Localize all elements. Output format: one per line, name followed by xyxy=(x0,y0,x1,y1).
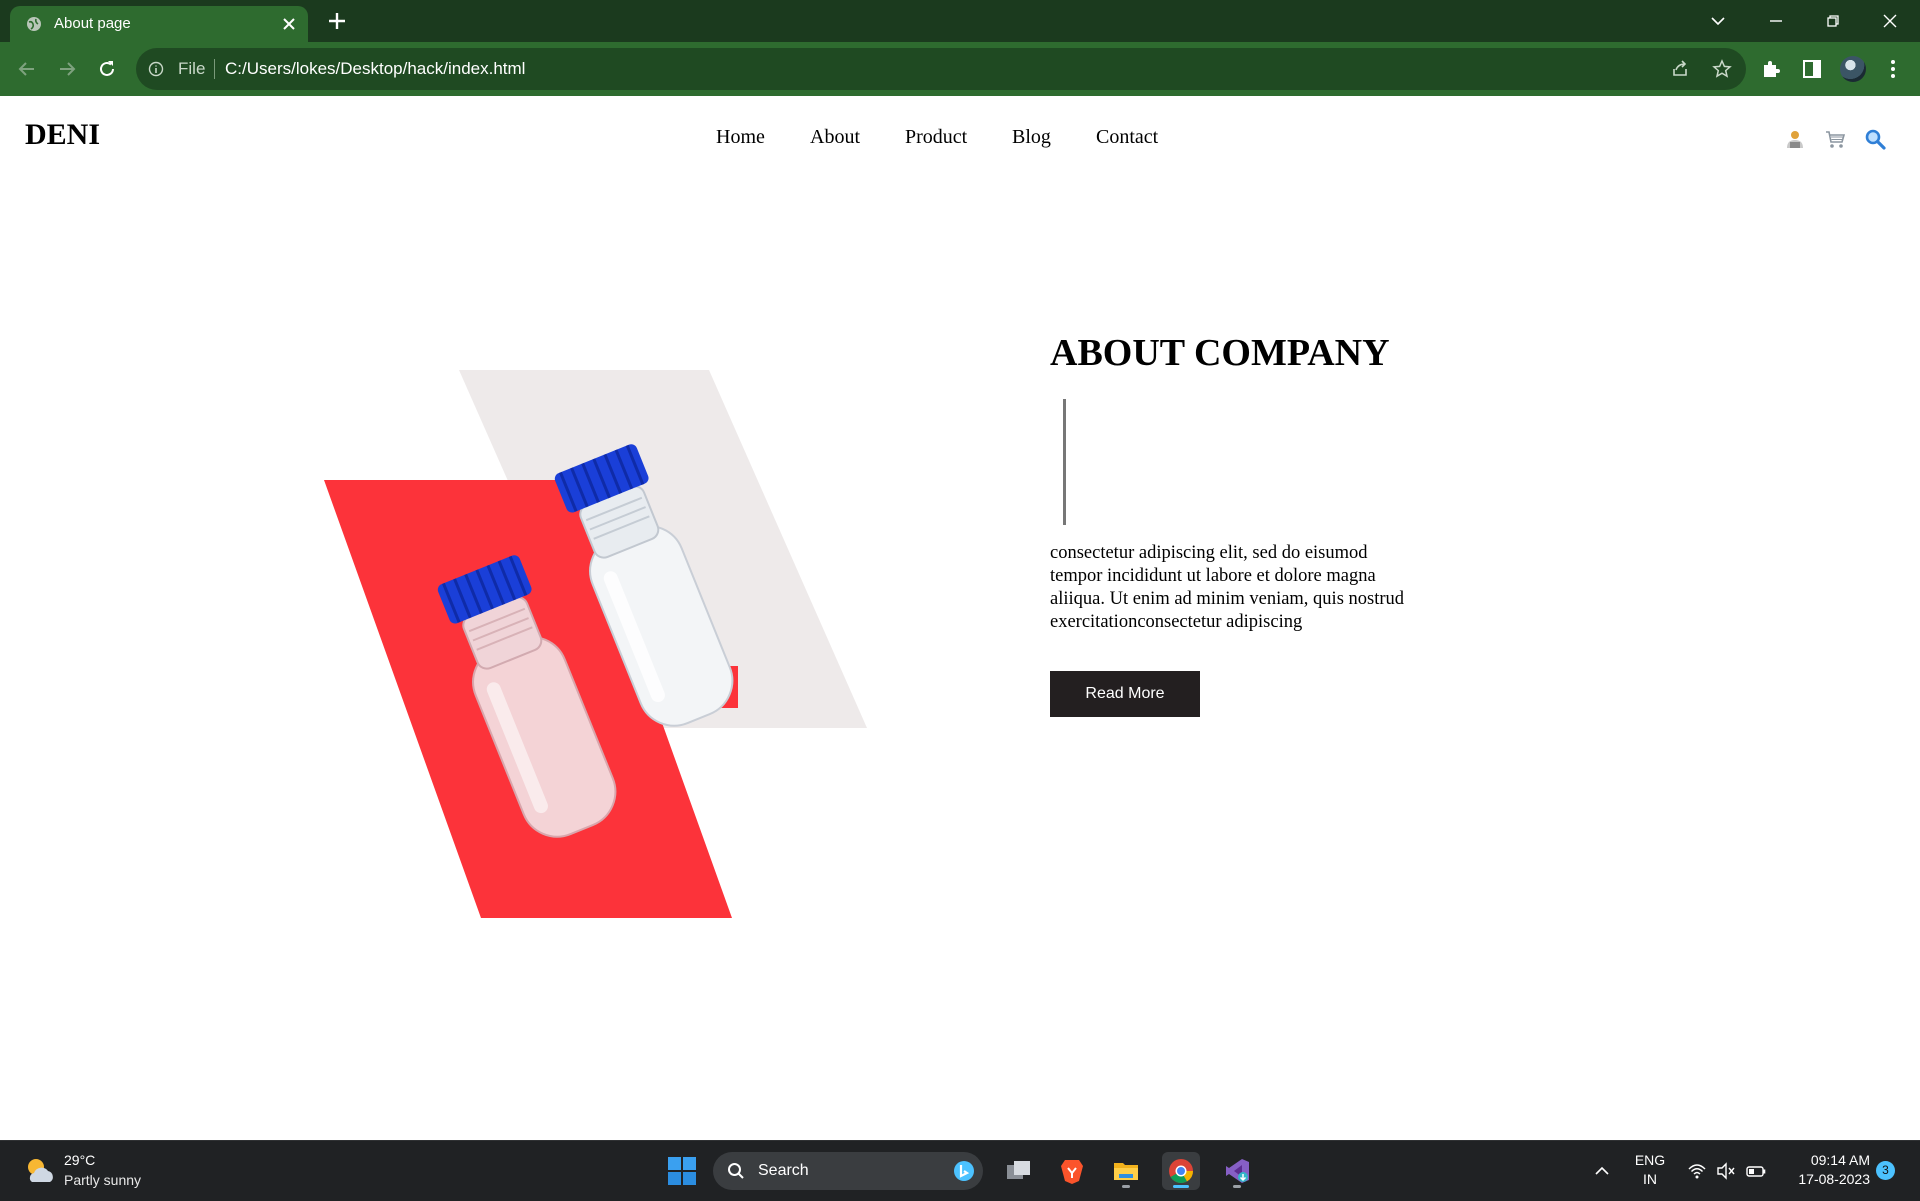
partly-sunny-icon[interactable] xyxy=(22,1154,56,1188)
notification-badge[interactable]: 3 xyxy=(1876,1161,1895,1180)
clock[interactable]: 09:14 AM 17-08-2023 xyxy=(1780,1151,1870,1189)
clock-date: 17-08-2023 xyxy=(1798,1171,1870,1187)
close-tab-icon[interactable] xyxy=(282,17,296,31)
running-indicator xyxy=(1122,1185,1130,1188)
task-view-app[interactable] xyxy=(1000,1152,1038,1190)
bookmark-star-icon[interactable] xyxy=(1712,59,1732,79)
nav-about[interactable]: About xyxy=(810,126,860,149)
nav-product[interactable]: Product xyxy=(905,126,967,149)
about-heading: ABOUT COMPANY xyxy=(1050,332,1390,374)
read-more-button[interactable]: Read More xyxy=(1050,671,1200,717)
share-icon[interactable] xyxy=(1670,59,1690,79)
tab-search-chevron-icon[interactable] xyxy=(1705,8,1731,34)
reload-icon[interactable] xyxy=(94,56,120,82)
search-icon[interactable] xyxy=(1864,128,1886,150)
extensions-puzzle-icon[interactable] xyxy=(1759,57,1783,81)
web-page: DENI Home About Product Blog Contact ABO… xyxy=(0,96,1920,1140)
hero-illustration xyxy=(324,370,867,918)
restore-icon[interactable] xyxy=(1820,8,1846,34)
task-view-icon xyxy=(1007,1161,1030,1179)
weather-description: Partly sunny xyxy=(64,1172,142,1188)
weather-temperature: 29°C xyxy=(64,1152,96,1168)
brave-browser-app[interactable] xyxy=(1053,1152,1091,1190)
browser-menu-icon[interactable] xyxy=(1881,57,1905,81)
lang-code: ENG xyxy=(1634,1152,1666,1168)
windows-taskbar: 29°C Partly sunny Search ENG IN 09:14 AM… xyxy=(0,1140,1920,1201)
search-label: Search xyxy=(758,1162,809,1179)
chrome-icon xyxy=(1169,1159,1193,1184)
windows-start-icon[interactable] xyxy=(666,1155,698,1187)
tab-about-page[interactable]: About page xyxy=(10,6,308,42)
cart-icon[interactable] xyxy=(1824,128,1846,150)
volume-muted-icon[interactable] xyxy=(1716,1161,1736,1181)
browser-toolbar: File C:/Users/lokes/Desktop/hack/index.h… xyxy=(0,42,1920,96)
active-indicator xyxy=(1173,1185,1189,1188)
file-explorer-app[interactable] xyxy=(1107,1152,1145,1190)
lang-region: IN xyxy=(1643,1171,1657,1187)
wifi-icon[interactable] xyxy=(1687,1161,1707,1181)
vertical-divider xyxy=(1063,399,1066,525)
tab-title: About page xyxy=(54,15,131,32)
input-language[interactable]: ENG IN xyxy=(1630,1151,1670,1189)
close-window-icon[interactable] xyxy=(1877,8,1903,34)
search-magnifier-icon xyxy=(728,1163,744,1179)
profile-avatar[interactable] xyxy=(1840,56,1866,82)
nav-blog[interactable]: Blog xyxy=(1012,126,1051,149)
back-icon[interactable] xyxy=(14,56,40,82)
about-paragraph: consectetur adipiscing elit, sed do eisu… xyxy=(1050,543,1405,632)
address-separator xyxy=(214,59,215,79)
taskbar-search[interactable]: Search xyxy=(713,1152,983,1190)
battery-icon[interactable] xyxy=(1746,1161,1766,1181)
minimize-icon[interactable] xyxy=(1763,8,1789,34)
running-indicator xyxy=(1233,1185,1241,1188)
forward-icon[interactable] xyxy=(54,56,80,82)
address-bar[interactable]: File C:/Users/lokes/Desktop/hack/index.h… xyxy=(136,48,1746,90)
new-tab-icon[interactable] xyxy=(327,11,347,31)
main-navigation: Home About Product Blog Contact xyxy=(0,126,1920,156)
chrome-app[interactable] xyxy=(1162,1152,1200,1190)
user-icon[interactable] xyxy=(1784,128,1806,150)
show-hidden-icons-chevron-icon[interactable] xyxy=(1592,1161,1612,1181)
address-scheme-label: File xyxy=(178,59,206,78)
nav-home[interactable]: Home xyxy=(716,126,765,149)
brave-lion-icon xyxy=(1061,1160,1083,1184)
side-panel-icon[interactable] xyxy=(1800,57,1824,81)
address-url[interactable]: C:/Users/lokes/Desktop/hack/index.html xyxy=(225,59,525,79)
clock-time: 09:14 AM xyxy=(1810,1152,1870,1168)
folder-icon xyxy=(1114,1163,1138,1180)
bing-icon[interactable] xyxy=(953,1160,975,1182)
site-info-icon[interactable] xyxy=(148,61,164,77)
browser-tab-strip: About page xyxy=(0,0,1920,42)
nav-contact[interactable]: Contact xyxy=(1096,126,1158,149)
visual-studio-app[interactable] xyxy=(1218,1152,1256,1190)
visual-studio-icon xyxy=(1226,1159,1249,1183)
globe-icon xyxy=(27,17,41,31)
